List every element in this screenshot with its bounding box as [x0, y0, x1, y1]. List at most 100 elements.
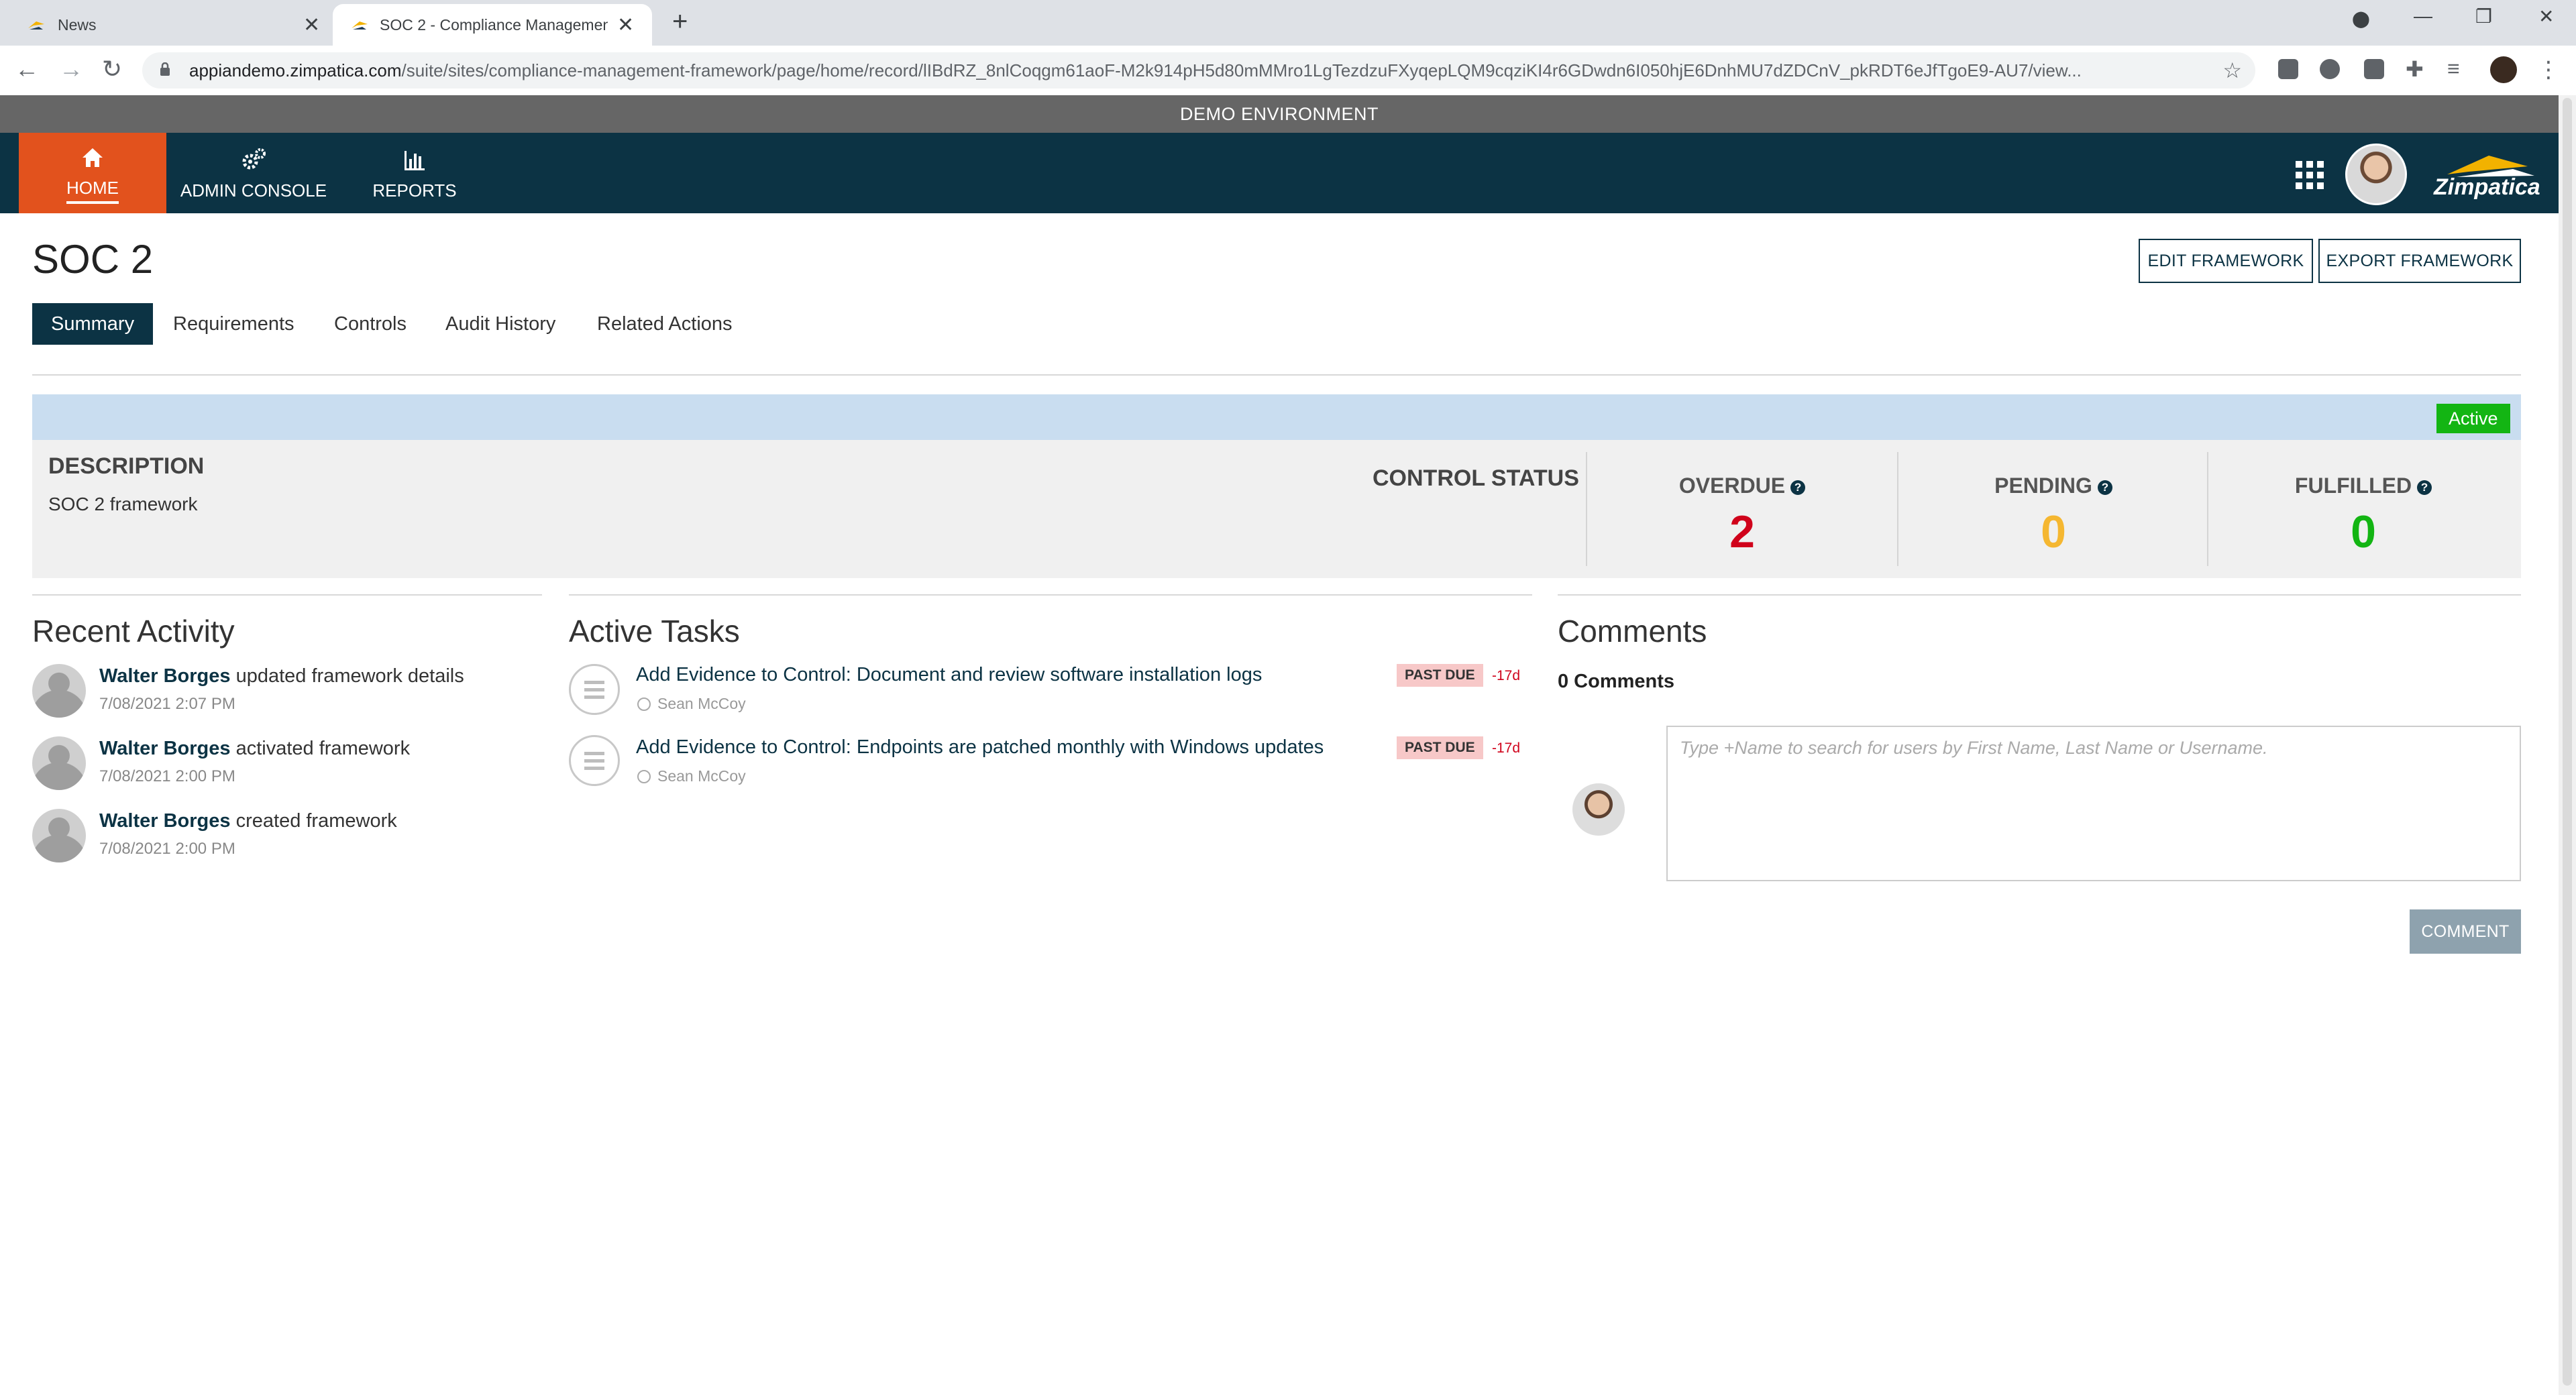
tab-related-actions[interactable]: Related Actions [597, 303, 733, 345]
section-divider [32, 594, 542, 596]
activity-text: Walter Borges updated framework details [99, 665, 464, 687]
help-icon[interactable]: ? [2097, 480, 2112, 495]
puzzle-icon[interactable]: ✚ [2406, 56, 2424, 82]
task-list-icon [569, 664, 620, 715]
status-band [32, 394, 2521, 440]
tab-summary[interactable]: Summary [32, 303, 154, 345]
task-assignee: Sean McCoy [637, 767, 746, 785]
extension-icon[interactable] [2364, 59, 2384, 79]
active-tasks-title: Active Tasks [569, 614, 740, 649]
page-title: SOC 2 [32, 237, 154, 282]
avatar [32, 736, 86, 790]
nav-label: REPORTS [372, 180, 457, 201]
user-avatar[interactable] [2345, 144, 2407, 205]
tab-search-icon[interactable]: ⬤ [2352, 9, 2370, 29]
tab-audit-history[interactable]: Audit History [445, 303, 555, 345]
nav-label: ADMIN CONSOLE [180, 180, 327, 201]
task-link[interactable]: Add Evidence to Control: Document and re… [636, 664, 1262, 686]
browser-toolbar: ← → ↻ appiandemo.zimpatica.com/suite/sit… [0, 46, 2576, 96]
extension-icon[interactable] [2278, 59, 2298, 79]
minimize-icon[interactable]: — [2414, 5, 2432, 27]
activity-user-link[interactable]: Walter Borges [99, 738, 231, 759]
assignee-icon [637, 770, 651, 783]
lock-icon [160, 62, 170, 76]
comments-count: 0 Comments [1558, 671, 1675, 692]
scrollbar-thumb[interactable] [2563, 98, 2572, 1386]
nav-reports[interactable]: REPORTS [341, 133, 488, 213]
metric-label: FULFILLED [2294, 473, 2412, 498]
section-divider [569, 594, 1532, 596]
comment-input[interactable] [1666, 726, 2521, 881]
close-window-icon[interactable]: ✕ [2538, 5, 2554, 27]
zimpatica-logo: Zimpatica [2433, 156, 2540, 200]
activity-text: Walter Borges created framework [99, 810, 397, 832]
page-scrollbar[interactable] [2559, 95, 2576, 1395]
activity-timestamp: 7/08/2021 2:07 PM [99, 695, 235, 713]
help-icon[interactable]: ? [2417, 480, 2432, 495]
metric-pending: PENDING? 0 [1897, 452, 2208, 566]
tabs-divider [32, 374, 2521, 376]
site-favicon-icon [352, 21, 368, 30]
task-list-icon [569, 735, 620, 786]
activity-text: Walter Borges activated framework [99, 738, 411, 759]
app-grid-icon[interactable] [2296, 161, 2324, 189]
environment-banner: DEMO ENVIRONMENT [0, 95, 2559, 133]
metric-fulfilled: FULFILLED? 0 [2207, 452, 2518, 566]
edit-framework-button[interactable]: EDIT FRAMEWORK [2139, 239, 2313, 283]
comment-button[interactable]: COMMENT [2410, 909, 2521, 954]
reload-icon[interactable]: ↻ [102, 55, 122, 83]
avatar [32, 664, 86, 718]
task-assignee: Sean McCoy [637, 695, 746, 713]
activity-user-link[interactable]: Walter Borges [99, 665, 231, 687]
profile-avatar-icon[interactable] [2490, 56, 2517, 83]
nav-admin-console[interactable]: ADMIN CONSOLE [173, 133, 334, 213]
browser-tab-soc2[interactable]: SOC 2 - Compliance Managemen ✕ [333, 4, 652, 46]
tab-controls[interactable]: Controls [334, 303, 407, 345]
status-badge: Active [2436, 404, 2510, 433]
avatar [32, 809, 86, 862]
metric-value[interactable]: 0 [2208, 506, 2518, 558]
address-bar[interactable]: appiandemo.zimpatica.com/suite/sites/com… [142, 52, 2255, 89]
past-due-badge: PAST DUE [1397, 664, 1483, 687]
activity-timestamp: 7/08/2021 2:00 PM [99, 840, 235, 858]
new-tab-button[interactable]: + [672, 7, 688, 37]
close-tab-icon[interactable]: ✕ [303, 13, 320, 37]
metric-value[interactable]: 2 [1587, 506, 1897, 558]
tab-requirements[interactable]: Requirements [173, 303, 294, 345]
forward-icon[interactable]: → [59, 55, 83, 83]
days-overdue: -17d [1492, 668, 1521, 683]
browser-menu-icon[interactable]: ⋮ [2537, 56, 2560, 83]
bookmark-star-icon[interactable]: ☆ [2222, 58, 2242, 83]
assignee-icon [637, 698, 651, 711]
comments-title: Comments [1558, 614, 1707, 649]
reading-list-icon[interactable]: ≡ [2447, 56, 2460, 81]
past-due-badge: PAST DUE [1397, 736, 1483, 759]
metric-overdue: OVERDUE? 2 [1586, 452, 1897, 566]
task-link[interactable]: Add Evidence to Control: Endpoints are p… [636, 736, 1324, 759]
browser-tab-title: News [58, 16, 97, 34]
gears-icon [242, 148, 266, 169]
back-icon[interactable]: ← [15, 55, 39, 83]
close-tab-icon[interactable]: ✕ [617, 13, 634, 37]
avatar [1572, 783, 1625, 836]
nav-home[interactable]: HOME [19, 133, 166, 213]
shield-extension-icon[interactable] [2320, 59, 2340, 79]
browser-tab-title: SOC 2 - Compliance Managemen [380, 16, 608, 34]
activity-user-link[interactable]: Walter Borges [99, 810, 231, 832]
nav-label: HOME [66, 178, 119, 204]
activity-timestamp: 7/08/2021 2:00 PM [99, 767, 235, 785]
export-framework-button[interactable]: EXPORT FRAMEWORK [2318, 239, 2521, 283]
browser-tab-news[interactable]: News ✕ [0, 4, 333, 46]
help-icon[interactable]: ? [1790, 480, 1806, 495]
recent-activity-title: Recent Activity [32, 614, 235, 649]
metric-value[interactable]: 0 [1898, 506, 2208, 558]
restore-icon[interactable]: ❐ [2475, 5, 2492, 27]
description-label: DESCRIPTION [48, 453, 205, 479]
site-favicon-icon [28, 21, 44, 30]
days-overdue: -17d [1492, 740, 1521, 756]
browser-tab-strip: News ✕ SOC 2 - Compliance Managemen ✕ + … [0, 0, 2576, 46]
svg-text:Zimpatica: Zimpatica [2433, 174, 2540, 200]
home-icon [83, 148, 103, 167]
section-divider [1558, 594, 2521, 596]
url-text: appiandemo.zimpatica.com/suite/sites/com… [189, 60, 2082, 80]
